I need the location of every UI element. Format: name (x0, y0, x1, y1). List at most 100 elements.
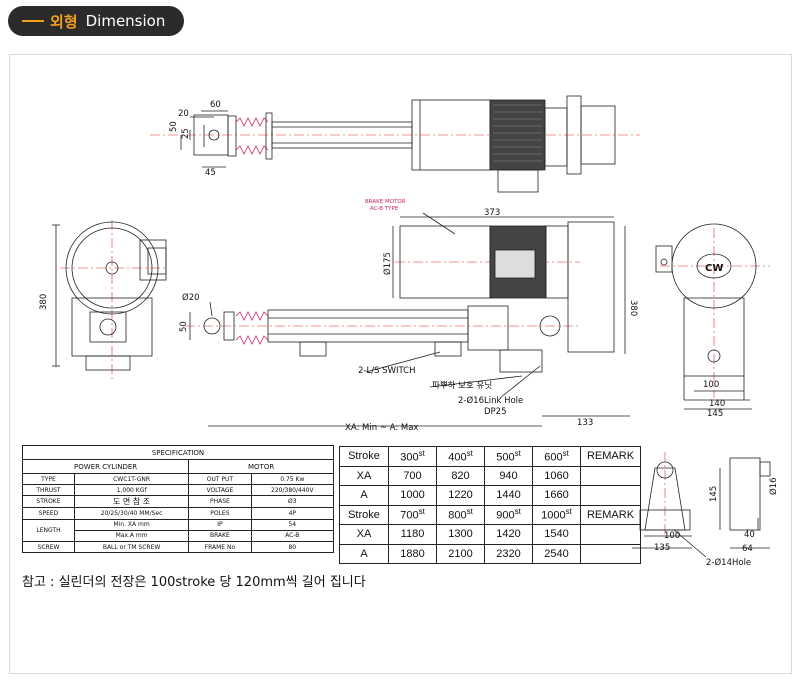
a-value: 1660 (532, 485, 581, 506)
spec-motor-key: POLES (188, 507, 252, 520)
cw-label: CW (705, 263, 723, 274)
spec-key: SCREW (22, 540, 75, 554)
xa-value: 820 (436, 465, 485, 486)
spec-row: TYPE CWC1T-GNR OUT PUT 0.75 Kw (22, 472, 335, 486)
spec-motor-value: 54 (250, 518, 335, 531)
stroke-unit: st (466, 448, 473, 458)
brake-motor-label: BRAKE MOTOR (365, 199, 406, 205)
stroke-header-row-1: Stroke 300st 400st 500st 600st REMARK (339, 446, 641, 467)
stroke-col: 1000 (541, 510, 566, 523)
link-hole-label: 2-Ø16Link Hole (458, 395, 523, 406)
dim-top-60: 60 (210, 100, 221, 110)
stroke-table: Stroke 300st 400st 500st 600st REMARK XA… (339, 446, 641, 564)
spec-key: TYPE (22, 472, 75, 486)
stroke-col: 600 (544, 451, 563, 464)
spec-col-right: MOTOR (188, 459, 334, 474)
spec-key: LENGTH (22, 518, 75, 542)
a-label: A (339, 485, 389, 506)
xa-label: XA (339, 465, 389, 486)
dim-motor-373: 373 (484, 208, 500, 218)
remark-header: REMARK (580, 504, 641, 525)
spec-motor-value: AC-B (250, 529, 335, 542)
stroke-header-row-2: Stroke 700st 800st 900st 1000st REMARK (339, 504, 641, 525)
spec-motor-value: 80 (250, 540, 335, 554)
spec-key: SPEED (22, 507, 75, 520)
stroke-a-row-2: A 1880 2100 2320 2540 (339, 543, 641, 564)
xa-value: 1060 (532, 465, 581, 486)
specification-table: SPECIFICATION POWER CYLINDER MOTOR TYPE … (21, 445, 335, 554)
remark-cell (580, 465, 641, 486)
side-view-left (52, 220, 167, 382)
a-value: 2100 (436, 543, 485, 564)
stroke-unit: st (418, 507, 425, 517)
stroke-header: Stroke (339, 446, 389, 467)
spec-motor-key: IP (188, 518, 252, 531)
dim-rod-50: 50 (179, 321, 189, 332)
a-value: 2540 (532, 543, 581, 564)
spec-value: Min. XA mm (73, 518, 190, 531)
dim-bracket-100: 100 (664, 531, 680, 541)
dim-side-380: 380 (39, 294, 49, 310)
xa-value: 1180 (388, 524, 437, 545)
xa-label: XA (339, 524, 389, 545)
spec-motor-value: Ø3 (250, 495, 335, 509)
a-value: 1220 (436, 485, 485, 506)
dim-top-45: 45 (205, 168, 216, 178)
dim-bracket-40: 40 (744, 530, 755, 540)
stroke-unit: st (514, 507, 521, 517)
spec-row: LENGTH Min. XA mm IP 54 (22, 518, 335, 542)
spec-motor-key: FRAME No (188, 540, 252, 554)
a-value: 1000 (388, 485, 437, 506)
stroke-unit: st (514, 448, 521, 458)
stroke-col: 500 (496, 451, 515, 464)
stroke-col: 900 (496, 510, 515, 523)
spec-key: STROKE (22, 495, 75, 509)
dim-top-50: 50 (169, 121, 179, 132)
xa-value: 1300 (436, 524, 485, 545)
length-note: 참고 : 실린더의 전장은 100stroke 당 120mm씩 길어 집니다 (22, 575, 366, 590)
spec-value: 도 면 참 조 (73, 495, 190, 509)
dim-motor-175: Ø175 (382, 252, 393, 275)
dim-flange-140: 140 (709, 399, 725, 409)
a-value: 2320 (484, 543, 533, 564)
stroke-unit: st (466, 507, 473, 517)
a-value: 1440 (484, 485, 533, 506)
dim-flange-145: 145 (707, 409, 723, 419)
remark-cell (580, 524, 641, 545)
dim-top-20: 20 (178, 109, 189, 119)
dim-bracket-16: Ø16 (768, 477, 779, 495)
stroke-col: 700 (400, 510, 419, 523)
spec-value: CWC1T-GNR (73, 472, 190, 486)
dim-top-25: 25 (181, 128, 191, 139)
a-label: A (339, 543, 389, 564)
stroke-a-row-1: A 1000 1220 1440 1660 (339, 485, 641, 506)
stroke-unit: st (565, 507, 572, 517)
dim-bracket-64: 64 (742, 544, 753, 554)
spec-motor-value: 0.75 Kw (250, 472, 335, 486)
spec-motor-key: BRAKE (188, 529, 252, 542)
spec-motor-key: OUT PUT (188, 472, 252, 486)
spec-col-left: POWER CYLINDER (21, 459, 190, 474)
stroke-col: 400 (448, 451, 467, 464)
stroke-header: Stroke (339, 504, 389, 525)
dim-rod-20: Ø20 (182, 292, 200, 303)
stroke-unit: st (562, 448, 569, 458)
spec-value: 1,000 KGf (73, 484, 190, 497)
stroke-col: 300 (400, 451, 419, 464)
spec-row: STROKE 도 면 참 조 PHASE Ø3 (22, 495, 335, 509)
dim-bracket-135: 135 (654, 543, 670, 553)
spec-row: THRUST 1,000 KGf VOLTAGE 220/380/440V (22, 484, 335, 497)
xa-value: 700 (388, 465, 437, 486)
spec-motor-value: 220/380/440V (250, 484, 335, 497)
spec-motor-key: VOLTAGE (188, 484, 252, 497)
top-view (150, 95, 640, 193)
stroke-xa-row-1: XA 700 820 940 1060 (339, 465, 641, 486)
dim-xa-label: XA: Min ~ A: Max (345, 423, 418, 433)
spec-value: 20/25/30/40 MM/Sec (73, 507, 190, 520)
brake-type-label: AC-B TYPE (370, 206, 399, 212)
spec-key: THRUST (22, 484, 75, 497)
a-value: 1880 (388, 543, 437, 564)
xa-value: 940 (484, 465, 533, 486)
stroke-xa-row-2: XA 1180 1300 1420 1540 (339, 524, 641, 545)
front-view (185, 212, 630, 427)
